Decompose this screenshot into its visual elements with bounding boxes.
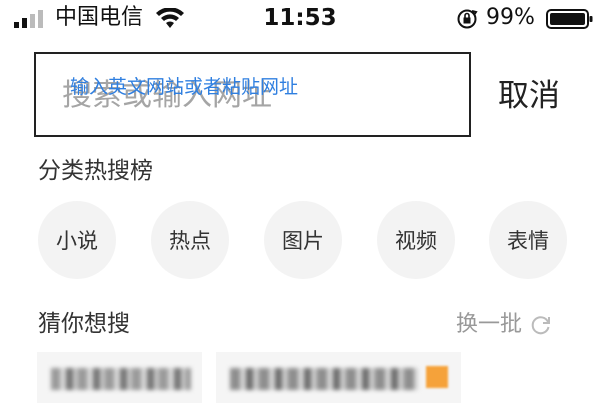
status-bar: 中国电信 11:53 99% (0, 0, 600, 38)
search-hint-overlay: 输入英文网站或者粘贴网址 (70, 76, 299, 98)
category-emoji-button[interactable]: 表情 (489, 201, 567, 279)
battery-percent: 99% (486, 5, 535, 30)
category-label: 视频 (395, 229, 437, 253)
hot-tag-badge (426, 366, 448, 388)
refresh-icon (531, 316, 551, 335)
category-label: 图片 (282, 229, 324, 253)
category-hot-search-title: 分类热搜榜 (38, 158, 153, 184)
blurred-suggestion-text (51, 368, 191, 390)
rotation-lock-icon (457, 9, 478, 29)
cancel-button[interactable]: 取消 (498, 74, 560, 118)
suggestion-card[interactable] (37, 352, 202, 403)
battery-icon (546, 9, 593, 29)
suggestion-card[interactable] (216, 352, 461, 403)
category-hot-button[interactable]: 热点 (151, 201, 229, 279)
category-video-button[interactable]: 视频 (377, 201, 455, 279)
category-label: 小说 (56, 229, 98, 253)
blurred-suggestion-text (230, 368, 418, 390)
refresh-label: 换一批 (456, 312, 523, 337)
refresh-button[interactable]: 换一批 (456, 310, 552, 340)
category-label: 热点 (169, 229, 211, 253)
category-novel-button[interactable]: 小说 (38, 201, 116, 279)
category-image-button[interactable]: 图片 (264, 201, 342, 279)
search-box[interactable]: 输入英文网站或者粘贴网址 (34, 52, 471, 137)
guess-search-title: 猜你想搜 (38, 311, 130, 337)
category-label: 表情 (507, 229, 549, 253)
